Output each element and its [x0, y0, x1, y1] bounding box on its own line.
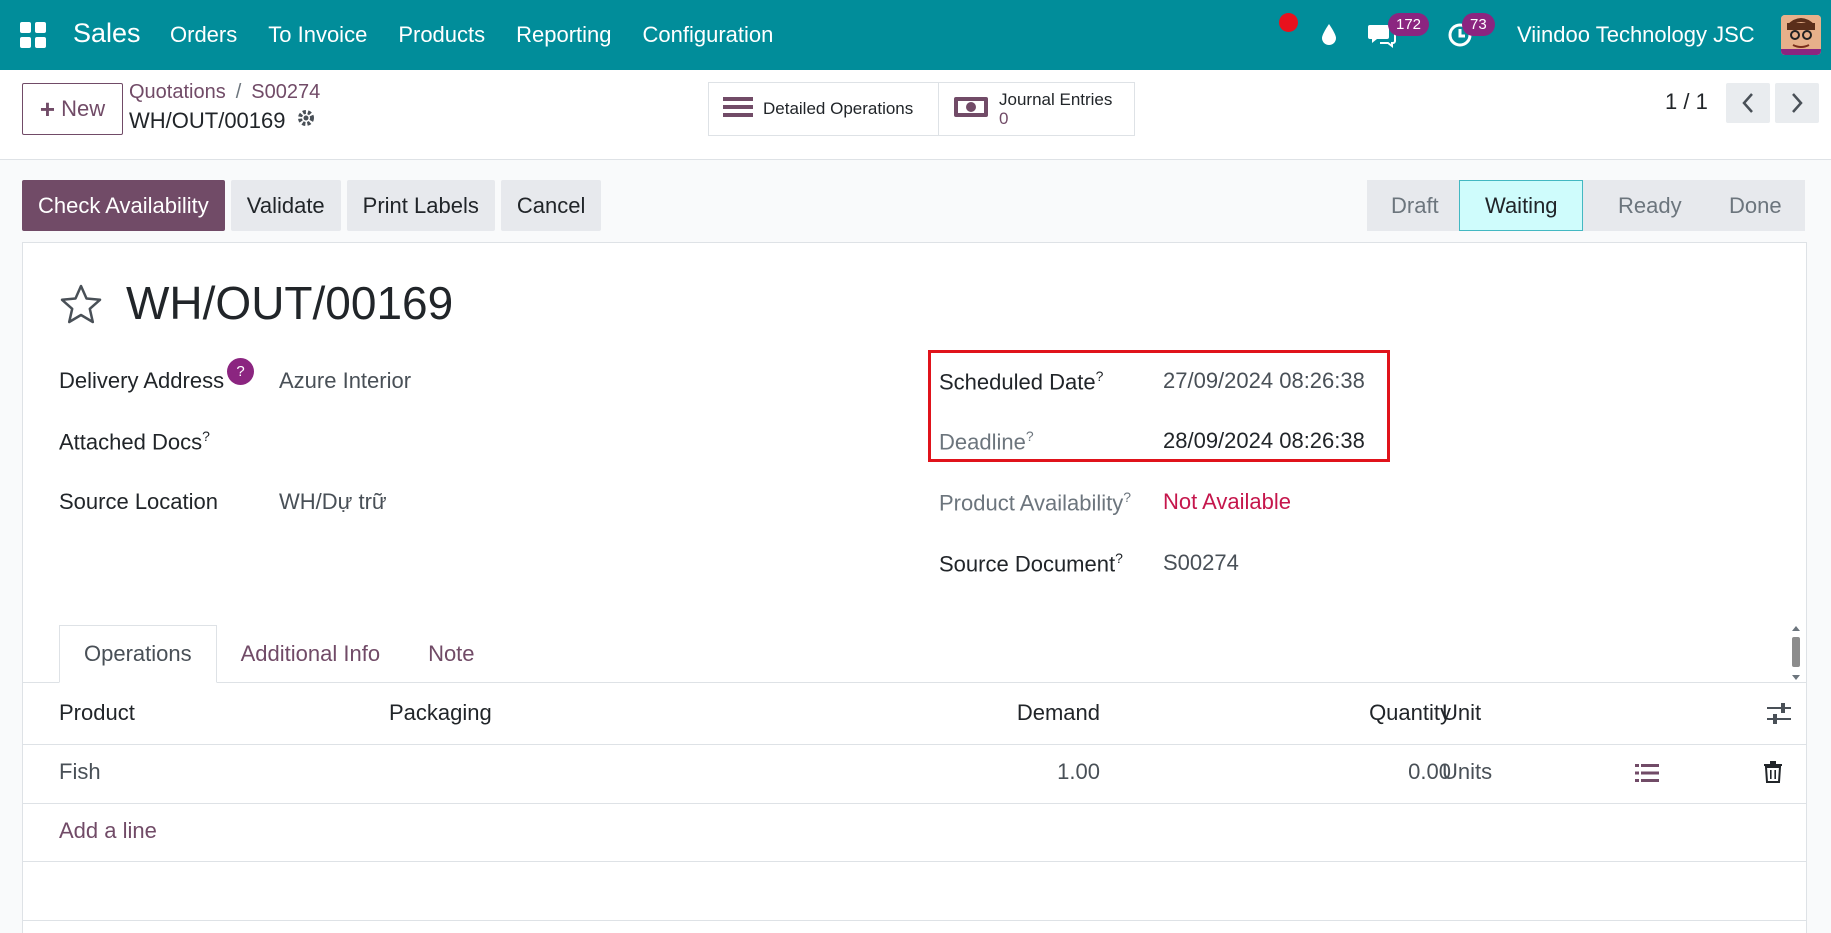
- journal-entries-count: 0: [999, 109, 1009, 128]
- smart-buttons: Detailed Operations Journal Entries 0: [708, 82, 1135, 136]
- money-icon: [953, 95, 989, 124]
- statusbar: Draft Waiting Ready Done: [1367, 180, 1805, 231]
- stage-ready[interactable]: Ready: [1583, 180, 1693, 231]
- plus-icon: +: [39, 94, 56, 124]
- gear-icon[interactable]: [296, 108, 316, 134]
- menu-item-reporting[interactable]: Reporting: [516, 22, 611, 48]
- stage-waiting[interactable]: Waiting: [1459, 180, 1583, 231]
- chevron-left-icon: [1742, 93, 1753, 113]
- check-availability-button[interactable]: Check Availability: [22, 180, 225, 231]
- cell-quantity[interactable]: 0.00: [1323, 759, 1451, 785]
- record-indicator-icon[interactable]: [1279, 0, 1299, 32]
- drop-icon[interactable]: [1320, 0, 1338, 70]
- cell-unit[interactable]: Units: [1442, 759, 1492, 785]
- company-switcher[interactable]: Viindoo Technology JSC: [1517, 22, 1755, 48]
- column-header-unit[interactable]: Unit: [1442, 700, 1481, 726]
- optional-columns-icon[interactable]: [1766, 702, 1792, 731]
- pager-next-button[interactable]: [1775, 83, 1819, 123]
- top-navbar: Sales Orders To Invoice Products Reporti…: [0, 0, 1831, 70]
- breadcrumb: Quotations / S00274: [129, 81, 321, 103]
- record-name-label: WH/OUT/00169: [129, 108, 286, 133]
- source-location-label: Source Location: [59, 489, 218, 514]
- validate-button[interactable]: Validate: [230, 180, 341, 231]
- pager-previous-button[interactable]: [1726, 83, 1770, 123]
- highlight-box: [928, 350, 1390, 462]
- source-document-value: S00274: [1163, 550, 1239, 575]
- detailed-operations-label: Detailed Operations: [763, 99, 914, 118]
- app-name[interactable]: Sales: [73, 18, 141, 49]
- details-list-icon[interactable]: [1635, 763, 1659, 788]
- menu-item-to-invoice[interactable]: To Invoice: [268, 22, 367, 48]
- journal-entries-button[interactable]: Journal Entries 0: [939, 83, 1134, 135]
- delivery-address-value[interactable]: Azure Interior: [279, 368, 411, 394]
- notebook-tabs: Operations Additional Info Note: [59, 625, 499, 683]
- journal-entries-label: Journal Entries: [999, 90, 1113, 109]
- stage-done[interactable]: Done: [1693, 180, 1805, 231]
- app-menu-icon[interactable]: [20, 22, 46, 48]
- form-sheet: WH/OUT/00169 Delivery Address ? Azure In…: [22, 242, 1807, 933]
- tab-note[interactable]: Note: [404, 625, 498, 683]
- new-button[interactable]: + New: [22, 83, 123, 135]
- column-header-demand[interactable]: Demand: [993, 700, 1100, 726]
- cancel-button[interactable]: Cancel: [500, 180, 602, 231]
- product-availability-value: Not Available: [1163, 489, 1292, 514]
- cell-product[interactable]: Fish: [59, 759, 101, 785]
- column-header-packaging[interactable]: Packaging: [389, 700, 492, 726]
- help-icon[interactable]: ?: [227, 358, 254, 385]
- add-line-link[interactable]: Add a line: [59, 818, 157, 844]
- menu-item-products[interactable]: Products: [398, 22, 485, 48]
- stage-draft[interactable]: Draft: [1367, 180, 1459, 231]
- scrollbar[interactable]: [1790, 625, 1802, 681]
- tab-additional-info[interactable]: Additional Info: [217, 625, 404, 683]
- record-title: WH/OUT/00169: [126, 277, 454, 329]
- chat-icon[interactable]: [1367, 0, 1397, 70]
- activity-badge: 73: [1462, 13, 1495, 36]
- user-avatar[interactable]: [1781, 15, 1821, 55]
- column-header-quantity[interactable]: Quantity: [1323, 700, 1451, 726]
- trash-icon[interactable]: [1763, 761, 1783, 788]
- star-icon[interactable]: [59, 283, 103, 330]
- menu-item-orders[interactable]: Orders: [170, 22, 237, 48]
- cell-demand[interactable]: 1.00: [993, 759, 1100, 785]
- product-availability-label: Product Availability?: [939, 489, 1132, 516]
- column-header-product[interactable]: Product: [59, 700, 135, 726]
- attached-docs-label: Attached Docs?: [59, 428, 210, 455]
- header-actions: Check Availability Validate Print Labels…: [22, 180, 602, 231]
- new-button-label: New: [61, 96, 106, 121]
- breadcrumb-quotations[interactable]: Quotations: [129, 81, 226, 103]
- control-panel: + New Quotations / S00274 WH/OUT/00169 Det…: [0, 70, 1831, 160]
- source-location-value[interactable]: WH/Dự trữ: [279, 489, 387, 515]
- tab-operations[interactable]: Operations: [59, 625, 217, 683]
- pager-value[interactable]: 1 / 1: [1665, 89, 1708, 115]
- print-labels-button[interactable]: Print Labels: [346, 180, 495, 231]
- main-menu: Orders To Invoice Products Reporting Con…: [170, 22, 804, 48]
- detailed-operations-button[interactable]: Detailed Operations: [709, 83, 939, 135]
- chat-badge: 172: [1388, 13, 1430, 36]
- list-icon: [723, 95, 753, 124]
- record-name: WH/OUT/00169: [129, 108, 316, 134]
- chevron-right-icon: [1792, 93, 1803, 113]
- source-document-label: Source Document?: [939, 550, 1123, 577]
- breadcrumb-order[interactable]: S00274: [251, 81, 320, 103]
- menu-item-configuration[interactable]: Configuration: [643, 22, 774, 48]
- delivery-address-label: Delivery Address: [59, 368, 225, 393]
